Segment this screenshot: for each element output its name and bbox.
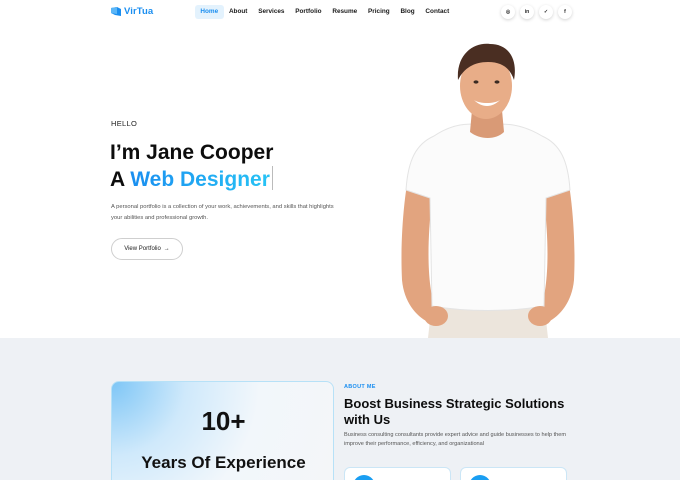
typing-caret xyxy=(271,166,273,190)
experience-label: Years Of Experience xyxy=(141,453,306,472)
profile-photo xyxy=(398,40,578,338)
about-description: Business consulting consultants provide … xyxy=(344,432,567,447)
about-section: 10+ Years Of Experience ABOUT ME Boost B… xyxy=(0,338,680,480)
experience-card: 10+ Years Of Experience xyxy=(111,381,334,480)
nav-item-resume[interactable]: Resume xyxy=(327,5,363,19)
social-links: ◎ in ✓ f xyxy=(501,5,572,19)
nav-item-portfolio[interactable]: Portfolio xyxy=(290,5,327,19)
nav-item-about[interactable]: About xyxy=(224,5,253,19)
feature-card xyxy=(344,467,451,480)
nav-item-contact[interactable]: Contact xyxy=(420,5,455,19)
view-portfolio-button[interactable]: View Portfolio → xyxy=(111,238,183,260)
facebook-icon[interactable]: f xyxy=(558,5,572,19)
hero-description: A personal portfolio is a collection of … xyxy=(111,204,334,221)
hero-greeting: HELLO xyxy=(111,119,138,128)
linkedin-icon[interactable]: in xyxy=(520,5,534,19)
about-title: Boost Business Strategic Solutions with … xyxy=(344,396,565,427)
site-header: VirTua Home About Services Portfolio Res… xyxy=(0,0,680,26)
twitter-icon[interactable]: ✓ xyxy=(539,5,553,19)
hero-title-prefix: A xyxy=(110,168,131,191)
feature-icon xyxy=(353,475,375,480)
hero-title-accent: Web Designer xyxy=(130,168,270,191)
experience-number: 10+ xyxy=(201,406,246,436)
nav-item-home[interactable]: Home xyxy=(195,5,224,19)
logo-icon xyxy=(111,7,121,16)
hero-section: HELLO I’m Jane Cooper A Web Designer A p… xyxy=(0,26,680,338)
feature-card xyxy=(460,467,567,480)
instagram-icon[interactable]: ◎ xyxy=(501,5,515,19)
about-tag: ABOUT ME xyxy=(344,384,376,390)
view-portfolio-label: View Portfolio xyxy=(124,246,161,252)
nav-item-services[interactable]: Services xyxy=(253,5,290,19)
nav-item-blog[interactable]: Blog xyxy=(395,5,420,19)
main-nav: Home About Services Portfolio Resume Pri… xyxy=(195,5,455,19)
logo[interactable]: VirTua xyxy=(111,6,153,17)
hero-title-line1: I’m Jane Cooper xyxy=(110,141,274,164)
hero-title: I’m Jane Cooper A Web Designer xyxy=(110,139,273,193)
nav-item-pricing[interactable]: Pricing xyxy=(363,5,395,19)
arrow-right-icon: → xyxy=(163,246,170,252)
feature-icon xyxy=(469,475,491,480)
logo-text: VirTua xyxy=(124,6,154,17)
